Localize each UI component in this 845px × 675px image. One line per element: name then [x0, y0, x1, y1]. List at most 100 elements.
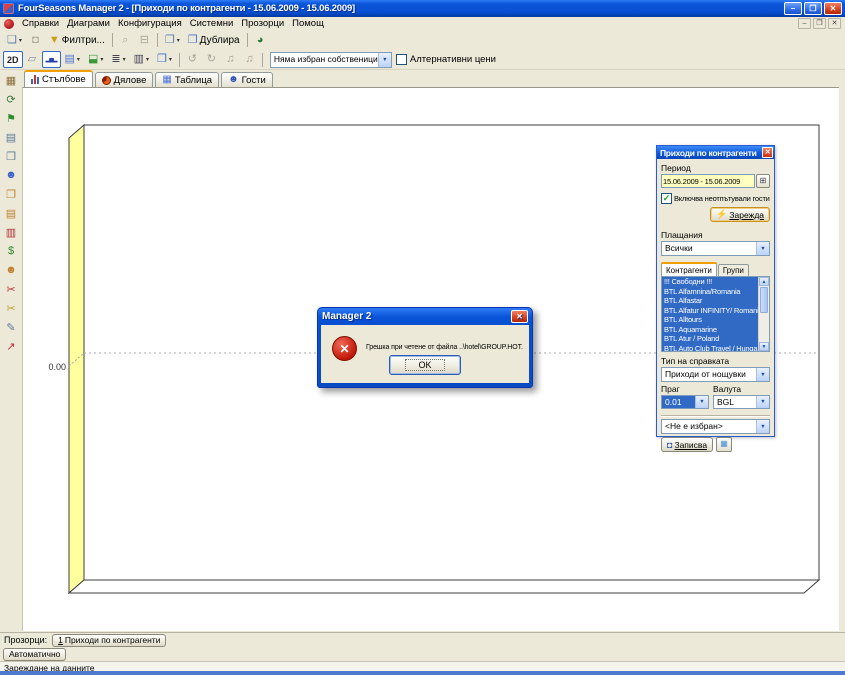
calendar-button[interactable]: ⊞	[756, 174, 770, 188]
list-item[interactable]: BTL Alfatur INFINITY/ Romani	[662, 306, 758, 316]
tab-counterparties[interactable]: Контрагенти	[661, 262, 717, 276]
report-panel-titlebar[interactable]: Приходи по контрагенти ✕	[657, 146, 774, 159]
vgrid-button[interactable]: ▥▾	[130, 51, 153, 68]
list-item[interactable]: BTL Alfastar	[662, 296, 758, 306]
automatic-button[interactable]: Автоматично	[3, 648, 66, 661]
list-item[interactable]: !!! Свободни !!!	[662, 277, 758, 287]
duplicate-button[interactable]: ❐Дублира	[184, 32, 244, 49]
print-icon: ⊟	[140, 35, 149, 46]
new-report-button[interactable]: ❏▾	[3, 32, 26, 49]
print-button[interactable]: ⊟	[135, 32, 154, 49]
report-type-value: Приходи от нощувки	[662, 368, 756, 381]
hgrid-button[interactable]: ≣▾	[107, 51, 129, 68]
duplicate-icon: ❐	[188, 35, 198, 46]
counterparties-listbox: !!! Свободни !!!BTL Alfamnina/RomaniaBTL…	[661, 276, 770, 352]
menu-item[interactable]: Справки	[18, 18, 63, 29]
mdi-minimize-button[interactable]: –	[798, 18, 811, 29]
save-icon: ◘	[32, 35, 39, 46]
tab-guests[interactable]: ☻ Гости	[221, 72, 273, 87]
chart-export-icon[interactable]: ↗	[2, 337, 21, 355]
template-manage-button[interactable]: ▦	[716, 437, 732, 452]
threshold-value: 0.01	[662, 396, 695, 408]
sound-on-button[interactable]: ♫	[221, 51, 240, 68]
chart-floor	[69, 580, 819, 593]
scroll-thumb[interactable]	[760, 287, 768, 313]
template-select[interactable]: <Не е избран> ▼	[661, 419, 770, 434]
scroll-down-icon[interactable]: ▼	[759, 342, 769, 351]
refresh-image-icon[interactable]: ⟳	[2, 90, 21, 108]
mdi-restore-button[interactable]: ❐	[813, 18, 826, 29]
export-button[interactable]: ❐▾	[161, 32, 184, 49]
list-item[interactable]: BTL Auto Club Travel / Hunga	[662, 344, 758, 352]
guests-group-icon[interactable]: ☻	[2, 166, 21, 184]
mdi-close-button[interactable]: ✕	[828, 18, 841, 29]
bulgarian-flag-icon[interactable]: ⚑	[2, 109, 21, 127]
zero-axis-label: 0.00	[48, 362, 66, 372]
combo-arrow-icon: ▼	[378, 53, 391, 67]
list-item[interactable]: BTL Aquamarine	[662, 325, 758, 335]
tab-bars[interactable]: Стълбове	[24, 70, 93, 87]
scroll-up-icon[interactable]: ▲	[759, 277, 769, 286]
dialog-close-button[interactable]: ✕	[511, 310, 528, 323]
filters-button[interactable]: ▼Филтри...	[45, 32, 109, 49]
copy-files-icon[interactable]: ❐	[2, 185, 21, 203]
panel-close-button[interactable]: ✕	[762, 147, 773, 158]
shape-button[interactable]: ▱	[23, 51, 42, 68]
period-input[interactable]: 15.06.2009 - 15.06.2009	[661, 174, 755, 188]
hotel-rooms-icon[interactable]: ▦	[2, 71, 21, 89]
window-name: Приходи по контрагенти	[65, 635, 161, 645]
include-guests-checkbox[interactable]: ✓	[661, 193, 672, 204]
menu-item[interactable]: Диаграми	[63, 18, 114, 29]
app-icon	[3, 3, 14, 14]
2d-mode-button[interactable]: 2D	[3, 51, 23, 68]
minimize-button[interactable]: –	[784, 2, 802, 15]
list-item[interactable]: BTL Alfamnina/Romania	[662, 287, 758, 297]
open-window-button[interactable]: 1Приходи по контрагенти	[52, 634, 166, 647]
load-button[interactable]: ⚡ Зарежда	[710, 207, 770, 222]
list-item[interactable]: BTL Alltours	[662, 315, 758, 325]
legend-button[interactable]: ▤▾	[61, 51, 84, 68]
error-dialog-titlebar[interactable]: Manager 2 ✕	[321, 308, 529, 325]
rotate-cw-button[interactable]: ↻	[202, 51, 221, 68]
ledger-icon[interactable]: ▤	[2, 204, 21, 222]
cut-yellow-icon[interactable]: ✂	[2, 299, 21, 317]
menu-item[interactable]: Прозорци	[237, 18, 288, 29]
chevron-down-icon: ▾	[100, 56, 103, 63]
ok-button[interactable]: OK	[389, 355, 461, 375]
save-template-button[interactable]: ◘ Записва	[661, 437, 713, 452]
alt-prices-checkbox[interactable]	[396, 54, 407, 65]
print-preview-button[interactable]: ⌕	[116, 32, 135, 49]
tab-groups[interactable]: Групи	[718, 264, 749, 276]
window-number: 1	[58, 635, 63, 645]
owner-select[interactable]: Няма избран собственици ▼	[270, 52, 392, 68]
save-template-label: Записва	[674, 440, 707, 450]
restore-button[interactable]: ❐	[804, 2, 822, 15]
payments-select[interactable]: Всички ▼	[661, 241, 770, 256]
labels-button[interactable]: ⬓▾	[84, 51, 107, 68]
tab-pie[interactable]: Дялове	[95, 72, 154, 87]
bars-view-button[interactable]: ▂▅▂	[42, 51, 61, 68]
cut-red-icon[interactable]: ✂	[2, 280, 21, 298]
menu-item[interactable]: Конфигурация	[114, 18, 186, 29]
edit-card-icon[interactable]: ✎	[2, 318, 21, 336]
calendar-icon[interactable]: ▤	[2, 128, 21, 146]
save-button[interactable]: ◘	[26, 32, 45, 49]
combo-arrow-icon: ▼	[695, 396, 708, 408]
3d-style-button[interactable]: ❒▾	[153, 51, 176, 68]
rotate-ccw-button[interactable]: ↺	[183, 51, 202, 68]
list-scrollbar[interactable]: ▲ ▼	[758, 277, 769, 351]
report-type-select[interactable]: Приходи от нощувки ▼	[661, 367, 770, 382]
currency-icon[interactable]: $	[2, 242, 21, 260]
barcode-icon[interactable]: ▥	[2, 223, 21, 241]
menu-item[interactable]: Системни	[186, 18, 238, 29]
menu-item[interactable]: Помощ	[288, 18, 328, 29]
window-copy-icon[interactable]: ❐	[2, 147, 21, 165]
currency-select[interactable]: BGL ▼	[713, 395, 770, 409]
payments-icon[interactable]: ☻	[2, 261, 21, 279]
threshold-input[interactable]: 0.01 ▼	[661, 395, 709, 409]
tab-table[interactable]: ▦ Таблица	[155, 72, 219, 87]
list-item[interactable]: BTL Atur / Poland	[662, 334, 758, 344]
chart-type-button[interactable]: ◕	[251, 32, 270, 49]
close-button[interactable]: ✕	[824, 2, 842, 15]
sound-off-button[interactable]: ♫	[240, 51, 259, 68]
